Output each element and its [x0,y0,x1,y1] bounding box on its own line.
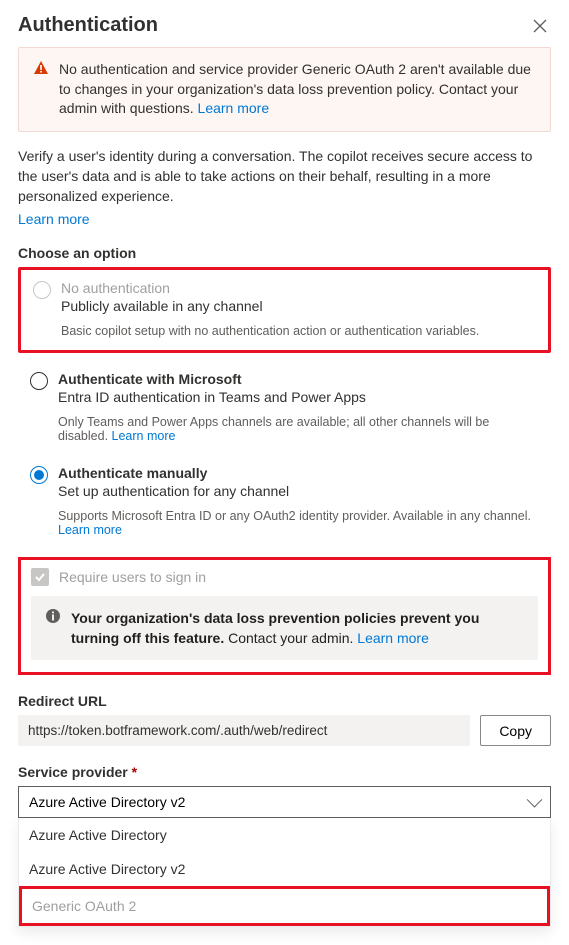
option-title: Authenticate with Microsoft [58,371,366,387]
provider-option-aad[interactable]: Azure Active Directory [19,818,550,852]
option-learn-more-link[interactable]: Learn more [58,523,122,537]
intro-learn-more-link[interactable]: Learn more [18,211,90,227]
radio-authenticate-manually[interactable] [30,466,48,484]
banner-rest-text: Contact your admin. [224,630,353,646]
option-learn-more-link[interactable]: Learn more [112,429,176,443]
checkmark-icon [34,571,46,583]
warning-icon [33,60,49,119]
dlp-warning-alert: No authentication and service provider G… [18,47,551,132]
option-authenticate-manually[interactable]: Authenticate manually Set up authenticat… [18,455,551,549]
copy-button[interactable]: Copy [480,715,551,746]
intro-text: Verify a user's identity during a conver… [18,148,532,205]
redirect-url-input[interactable] [18,715,470,746]
option-note: Basic copilot setup with no authenticati… [33,324,536,338]
service-provider-select[interactable]: Azure Active Directory v2 [18,786,551,818]
require-signin-checkbox [31,568,49,586]
option-title: Authenticate manually [58,465,289,481]
alert-learn-more-link[interactable]: Learn more [198,100,270,116]
option-note: Supports Microsoft Entra ID or any OAuth… [58,509,531,523]
alert-text: No authentication and service provider G… [59,61,531,116]
page-title: Authentication [18,14,158,37]
require-signin-label: Require users to sign in [59,569,206,585]
option-sub: Entra ID authentication in Teams and Pow… [58,389,366,405]
close-icon [533,19,547,33]
banner-learn-more-link[interactable]: Learn more [357,630,429,646]
provider-option-generic-oauth2: Generic OAuth 2 [19,886,550,926]
option-authenticate-microsoft[interactable]: Authenticate with Microsoft Entra ID aut… [18,361,551,455]
option-no-authentication: No authentication Publicly available in … [18,267,551,353]
option-sub: Set up authentication for any channel [58,483,289,499]
provider-option-aad-v2[interactable]: Azure Active Directory v2 [19,852,550,886]
radio-no-authentication [33,281,51,299]
service-provider-label-text: Service provider [18,764,128,780]
service-provider-label: Service provider * [18,764,551,780]
option-sub: Publicly available in any channel [61,298,263,314]
choose-option-label: Choose an option [18,245,551,261]
required-star: * [132,764,137,780]
redirect-url-label: Redirect URL [18,693,551,709]
service-provider-dropdown: Azure Active Directory Azure Active Dire… [18,818,551,927]
option-title: No authentication [61,280,263,296]
dlp-info-banner: Your organization's data loss prevention… [31,596,538,661]
close-button[interactable] [529,15,551,37]
require-signin-section: Require users to sign in Your organizati… [18,557,551,676]
info-icon [45,608,61,649]
radio-authenticate-microsoft[interactable] [30,372,48,390]
